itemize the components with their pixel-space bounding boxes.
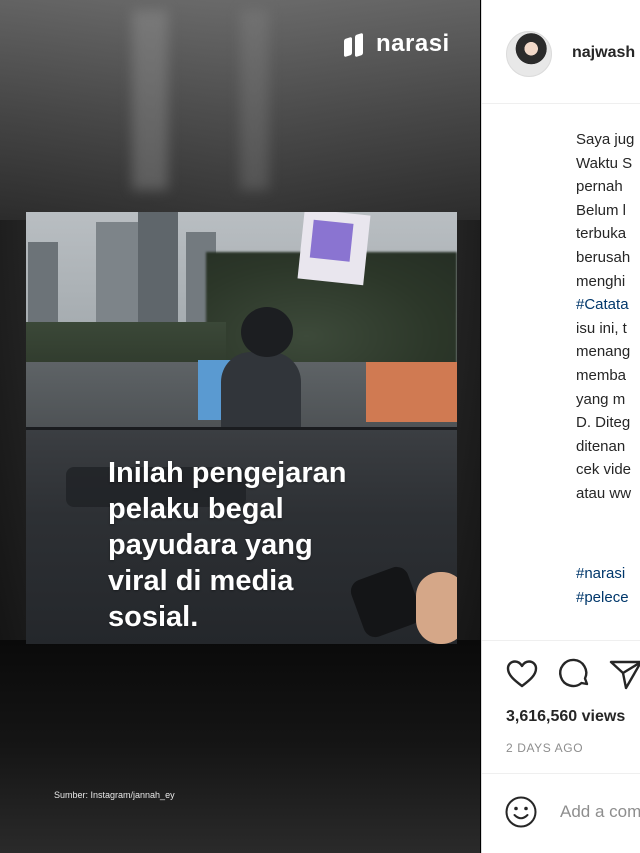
username-link[interactable]: najwash <box>572 44 635 62</box>
caption-line: D. Diteg <box>576 414 631 432</box>
post-header: najwash <box>482 0 640 104</box>
caption-line: cek vide <box>576 461 632 479</box>
scene-wall <box>366 362 457 422</box>
comment-input[interactable] <box>560 798 640 826</box>
divider <box>482 773 640 774</box>
divider <box>482 640 640 641</box>
comment-icon[interactable] <box>556 656 592 692</box>
heart-icon[interactable] <box>504 656 540 692</box>
caption-line: berusah <box>576 248 631 266</box>
avatar[interactable] <box>506 31 552 77</box>
view-count[interactable]: 3,616,560 views <box>506 708 625 726</box>
caption-line: Saya jug <box>576 131 635 148</box>
scene-rider-helmet <box>241 307 293 357</box>
emoji-icon[interactable] <box>504 795 538 829</box>
brand-logo-text: narasi <box>376 30 450 57</box>
scene-motorcyclist <box>211 307 306 437</box>
caption-line: pernah <box>576 178 623 196</box>
caption-line: memba <box>576 366 627 384</box>
video-caption: Inilah pengejaran pelaku begal payudara … <box>108 457 347 633</box>
scene-sign <box>297 212 371 286</box>
caption-line: Waktu S <box>576 154 633 172</box>
post-media[interactable]: narasi Inilah pengejaran pelaku begal pa… <box>0 0 480 853</box>
post-actions <box>504 656 640 692</box>
brand-logo-mark-icon <box>344 32 370 58</box>
brand-logo: narasi <box>344 30 450 58</box>
hashtag-link[interactable]: #narasi <box>576 562 629 586</box>
caption-line: isu ini, t <box>576 319 627 337</box>
caption-line: terbuka <box>576 225 627 243</box>
share-icon[interactable] <box>608 656 640 692</box>
video-source-credit: Sumber: Instagram/jannah_ey <box>54 790 175 800</box>
caption-line: Belum l <box>576 201 627 219</box>
scene-rider-body <box>221 352 301 432</box>
caption-line: ditenan <box>576 437 626 455</box>
post-side-panel: najwash Saya jug Waktu S pernah Belum l terb… <box>481 0 640 853</box>
caption-line: menghi <box>576 272 626 290</box>
hashtag-link[interactable]: #pelece <box>576 586 629 610</box>
post-timestamp[interactable]: 2 DAYS AGO <box>506 741 583 755</box>
post-hashtags: #narasi #pelece <box>576 562 629 610</box>
hashtag-link[interactable]: #Catata <box>576 293 634 317</box>
caption-line: yang m <box>576 390 626 408</box>
caption-line: menang <box>576 343 631 361</box>
post-caption-text: Saya jug Waktu S pernah Belum l terbuka berus… <box>576 128 634 506</box>
caption-line: atau ww <box>576 484 632 502</box>
media-background-bottom <box>0 640 480 853</box>
